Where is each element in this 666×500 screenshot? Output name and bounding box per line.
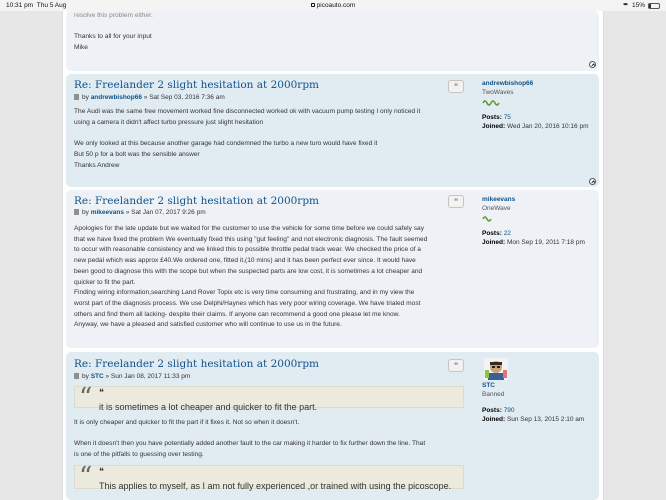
text-line: When it doesn't then you have potentiall… xyxy=(74,440,426,448)
text-line: been good to diagnose this with the scop… xyxy=(74,267,423,275)
post-date: » Sat Sep 03, 2016 7:36 am xyxy=(143,94,225,101)
text-line: Thanks to all for your input xyxy=(74,33,152,41)
post-body: Apologies for the late update but we wai… xyxy=(74,224,464,331)
lock-icon xyxy=(310,3,315,8)
text-line: that we have fixed the problem We eventu… xyxy=(74,235,428,243)
profile-posts-link[interactable]: 22 xyxy=(504,230,511,237)
profile-username[interactable]: mikeevans xyxy=(482,196,592,205)
author-profile: mikeevans OneWave Posts: 22 Joined: Mon … xyxy=(482,196,592,247)
post-title[interactable]: Re: Freelander 2 slight hesitation at 20… xyxy=(74,79,319,91)
profile-posts-link[interactable]: 75 xyxy=(504,114,511,121)
rank-wave-icon xyxy=(482,216,492,222)
quote-mark-icon: “ xyxy=(79,462,93,492)
text-line: But 50 p for a bolt was the sensible ans… xyxy=(74,150,200,158)
post-icon[interactable] xyxy=(74,373,79,379)
profile-joined: Joined: Sun Sep 13, 2015 2:10 am xyxy=(482,415,585,423)
text-line: worst part of the diagnosis process. We … xyxy=(74,299,421,307)
author-profile: STC Banned Posts: 790 Joined: Sun Sep 13… xyxy=(482,382,592,424)
text-line: Mike xyxy=(74,44,88,52)
text-line: to occur with reasonable consistency and… xyxy=(74,246,421,254)
quote-mark-icon: “ xyxy=(79,383,93,413)
profile-joined: Joined: Mon Sep 19, 2011 7:18 pm xyxy=(482,238,585,246)
quote-block: “ ❝ This applies to myself, as I am not … xyxy=(74,462,464,492)
post-author-link[interactable]: andrewbishop66 xyxy=(91,94,142,101)
post-meta: by mikeevans » Sat Jan 07, 2017 9:26 pm xyxy=(74,209,206,216)
post-title[interactable]: Re: Freelander 2 slight hesitation at 20… xyxy=(74,195,319,207)
post-title[interactable]: Re: Freelander 2 slight hesitation at 20… xyxy=(74,358,319,370)
post-body: It is only cheaper and quicker to fit th… xyxy=(74,418,464,461)
post-icon[interactable] xyxy=(74,94,79,100)
back-to-top-icon[interactable] xyxy=(589,61,596,68)
small-quote-mark: ❝ xyxy=(99,388,104,398)
profile-posts: Posts: 22 xyxy=(482,230,511,237)
text-line: It is only cheaper and quicker to fit th… xyxy=(74,419,300,426)
quote-button[interactable]: ❝ xyxy=(448,195,464,208)
text-line: The Audi was the same free movement work… xyxy=(74,108,421,115)
wifi-icon xyxy=(621,3,629,8)
post-stc: Re: Freelander 2 slight hesitation at 20… xyxy=(66,352,599,500)
small-quote-mark: ❝ xyxy=(99,467,104,477)
text-line: Thanks Andrew xyxy=(74,161,120,169)
author-profile: andrewbishop66 TwoWaves Posts: 75 Joined… xyxy=(482,80,592,131)
battery-percent: 15% xyxy=(631,2,645,9)
battery-icon xyxy=(648,2,660,9)
avatar[interactable] xyxy=(484,358,508,380)
profile-rank: TwoWaves xyxy=(482,88,514,96)
back-to-top-icon[interactable] xyxy=(589,178,596,185)
post-previous: resolve this problem either. Thanks to a… xyxy=(66,11,599,71)
post-meta: by STC » Sun Jan 08, 2017 11:33 pm xyxy=(74,373,190,380)
profile-rank: OneWave xyxy=(482,204,511,212)
text-line: is one of the pitfalls to guessing over … xyxy=(74,451,204,459)
quote-block: “ ❝ it is sometimes a lot cheaper and qu… xyxy=(74,384,464,412)
address-bar[interactable]: picoauto.com xyxy=(0,2,666,9)
text-line: resolve this problem either. xyxy=(74,12,153,19)
post-author-link[interactable]: STC xyxy=(91,373,104,380)
profile-username[interactable]: andrewbishop66 xyxy=(482,80,592,89)
text-line: quicker to fit the part. xyxy=(74,278,136,286)
text-line: new pedal which was approx £40.We ordere… xyxy=(74,257,416,265)
rank-waves-icon xyxy=(482,100,500,106)
post-meta: by andrewbishop66 » Sat Sep 03, 2016 7:3… xyxy=(74,94,225,101)
profile-username[interactable]: STC xyxy=(482,382,592,391)
text-line: Apologies for the late update but we wai… xyxy=(74,225,425,232)
profile-posts: Posts: 75 xyxy=(482,114,511,121)
status-bar: 10:31 pm Thu 5 Aug picoauto.com 15% xyxy=(0,0,666,11)
post-icon[interactable] xyxy=(74,209,79,215)
status-right: 15% xyxy=(621,2,660,9)
text-line: We only looked at this because another g… xyxy=(74,140,378,148)
post-body: resolve this problem either. Thanks to a… xyxy=(74,11,464,54)
text-line: others and find them all lacking- despit… xyxy=(74,310,400,318)
post-mikeevans: Re: Freelander 2 slight hesitation at 20… xyxy=(66,190,599,348)
quote-button[interactable]: ❝ xyxy=(448,359,464,372)
post-author-link[interactable]: mikeevans xyxy=(91,209,124,216)
profile-rank: Banned xyxy=(482,390,505,398)
quote-text: This applies to myself, as I am not full… xyxy=(99,481,452,491)
post-body: The Audi was the same free movement work… xyxy=(74,107,464,171)
profile-joined: Joined: Wed Jan 20, 2016 10:16 pm xyxy=(482,122,589,130)
profile-posts: Posts: 790 xyxy=(482,407,515,414)
text-line: using a camera it didn't affect turbo pr… xyxy=(74,118,264,126)
quote-button[interactable]: ❝ xyxy=(448,80,464,93)
post-andrewbishop66: Re: Freelander 2 slight hesitation at 20… xyxy=(66,74,599,187)
text-line: Finding wiring information,searching Lan… xyxy=(74,289,415,297)
profile-posts-link[interactable]: 790 xyxy=(504,407,515,414)
post-date: » Sun Jan 08, 2017 11:33 pm xyxy=(105,373,191,380)
text-line: Anyway, we have a pleased and satisfied … xyxy=(74,321,342,329)
quote-text: it is sometimes a lot cheaper and quicke… xyxy=(99,402,318,412)
post-date: » Sat Jan 07, 2017 9:26 pm xyxy=(125,209,206,216)
